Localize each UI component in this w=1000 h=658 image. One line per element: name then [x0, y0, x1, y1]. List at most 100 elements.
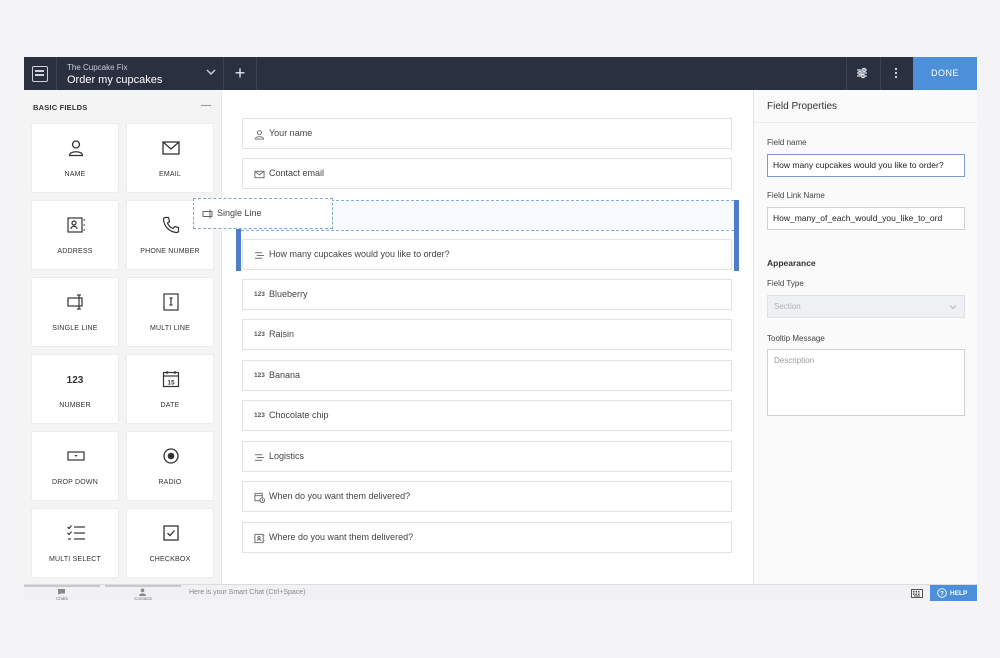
- top-bar-divider: [846, 57, 847, 90]
- chevron-down-icon[interactable]: [204, 65, 218, 79]
- form-field-raisin[interactable]: 123 Raisin: [242, 319, 732, 350]
- basic-fields-panel: BASIC FIELDS — NAME EMAIL ADDRESS PHONE …: [24, 90, 222, 584]
- dragged-field-single-line[interactable]: Single Line: [193, 198, 333, 229]
- field-tile-multi-select[interactable]: MULTI SELECT: [31, 508, 119, 578]
- number-icon: 123: [254, 331, 265, 338]
- form-canvas: Your name Contact email How many cupcake…: [222, 90, 753, 584]
- dragged-field-label: Single Line: [217, 208, 262, 218]
- field-tile-label: SINGLE LINE: [52, 325, 98, 332]
- field-tile-date[interactable]: 15 DATE: [126, 354, 214, 424]
- multi-select-icon: [67, 525, 85, 540]
- top-bar-divider: [223, 57, 224, 90]
- number-icon: 123: [254, 291, 265, 298]
- field-properties-panel: Field Properties Field name How many cup…: [753, 90, 977, 584]
- settings-sliders-icon[interactable]: [855, 66, 869, 80]
- appearance-heading: Appearance: [767, 258, 816, 268]
- top-bar-divider: [880, 57, 881, 90]
- single-line-icon: [202, 209, 213, 219]
- form-field-your-name[interactable]: Your name: [242, 118, 732, 149]
- tooltip-message-textarea[interactable]: Description: [767, 349, 965, 416]
- add-form-button[interactable]: +: [232, 63, 248, 83]
- address-card-icon: [67, 217, 85, 233]
- chats-tab[interactable]: Chats: [24, 585, 100, 601]
- checkbox-icon: [163, 525, 179, 541]
- field-tile-label: PHONE NUMBER: [140, 248, 200, 255]
- form-field-delivery-time[interactable]: When do you want them delivered?: [242, 481, 732, 512]
- top-bar-divider: [256, 57, 257, 90]
- form-field-label: Blueberry: [269, 289, 308, 299]
- form-field-banana[interactable]: 123 Banana: [242, 360, 732, 391]
- bottom-bar: Chats Contacts Here is your Smart Chat (…: [24, 584, 977, 601]
- field-tile-checkbox[interactable]: CHECKBOX: [126, 508, 214, 578]
- top-bar: The Cupcake Fix Order my cupcakes + DONE: [24, 57, 977, 90]
- field-type-value: Section: [774, 302, 801, 311]
- form-field-label: Your name: [269, 128, 313, 138]
- calendar-day-glyph: 15: [167, 380, 175, 387]
- field-tile-label: EMAIL: [158, 171, 181, 178]
- multi-line-icon: [163, 293, 179, 311]
- form-builder-app: The Cupcake Fix Order my cupcakes + DONE…: [24, 57, 977, 601]
- phone-icon: [162, 216, 180, 234]
- envelope-icon: [162, 141, 180, 155]
- contacts-icon: [139, 588, 146, 596]
- person-icon: [68, 140, 84, 157]
- keyboard-icon[interactable]: [911, 589, 923, 598]
- field-link-name-label: Field Link Name: [767, 191, 825, 200]
- field-tile-name[interactable]: NAME: [31, 123, 119, 193]
- form-field-contact-email[interactable]: Contact email: [242, 158, 732, 189]
- field-tile-label: DROP DOWN: [51, 479, 98, 486]
- form-field-label: When do you want them delivered?: [269, 491, 411, 501]
- form-field-blueberry[interactable]: 123 Blueberry: [242, 279, 732, 310]
- form-field-label: Chocolate chip: [269, 410, 329, 420]
- help-icon: ?: [937, 588, 947, 598]
- chevron-down-icon: [949, 305, 957, 310]
- single-line-icon: [67, 294, 83, 310]
- address-icon: [254, 533, 265, 544]
- dropdown-icon: [67, 451, 85, 461]
- help-button[interactable]: ? HELP: [930, 585, 977, 601]
- field-tile-email[interactable]: EMAIL: [126, 123, 214, 193]
- field-tile-drop-down[interactable]: DROP DOWN: [31, 431, 119, 501]
- form-field-label: Banana: [269, 370, 301, 380]
- form-field-section-cupcakes[interactable]: How many cupcakes would you like to orde…: [242, 239, 732, 270]
- field-tile-label: ADDRESS: [57, 248, 93, 255]
- field-name-label: Field name: [767, 138, 807, 147]
- form-field-label: Logistics: [269, 451, 305, 461]
- form-field-section-logistics[interactable]: Logistics: [242, 441, 732, 472]
- form-field-label: Contact email: [269, 168, 325, 178]
- number-icon: 123: [66, 375, 84, 386]
- collapse-panel-button[interactable]: —: [201, 100, 211, 111]
- form-field-label: How many cupcakes would you like to orde…: [269, 249, 450, 259]
- field-tile-single-line[interactable]: SINGLE LINE: [31, 277, 119, 347]
- field-tile-address[interactable]: ADDRESS: [31, 200, 119, 270]
- form-field-label: Raisin: [269, 329, 295, 339]
- field-properties-title: Field Properties: [767, 101, 838, 112]
- app-name: The Cupcake Fix: [67, 63, 128, 72]
- field-tile-label: DATE: [160, 402, 180, 409]
- app-menu-icon[interactable]: [32, 66, 48, 82]
- more-options-icon[interactable]: [889, 66, 903, 80]
- datetime-icon: [254, 492, 265, 503]
- done-button[interactable]: DONE: [913, 57, 977, 90]
- number-icon: 123: [254, 412, 265, 419]
- contacts-label: Contacts: [134, 596, 152, 601]
- smart-chat-input[interactable]: Here is your Smart Chat (Ctrl+Space): [189, 589, 306, 596]
- field-name-input[interactable]: How many cupcakes would you like to orde…: [767, 154, 965, 177]
- form-field-delivery-address[interactable]: Where do you want them delivered?: [242, 522, 732, 553]
- field-tile-label: MULTI LINE: [150, 325, 190, 332]
- field-tile-number[interactable]: 123 NUMBER: [31, 354, 119, 424]
- field-tile-label: NAME: [64, 171, 86, 178]
- contacts-tab[interactable]: Contacts: [105, 585, 181, 601]
- tooltip-message-label: Tooltip Message: [767, 334, 825, 343]
- form-title[interactable]: Order my cupcakes: [67, 74, 162, 86]
- section-icon: [254, 454, 265, 461]
- field-tile-label: NUMBER: [59, 402, 91, 409]
- svg-text:?: ?: [940, 591, 944, 597]
- number-icon: 123: [254, 372, 265, 379]
- field-type-select[interactable]: Section: [767, 295, 965, 318]
- form-field-chocolate-chip[interactable]: 123 Chocolate chip: [242, 400, 732, 431]
- field-link-name-input[interactable]: How_many_of_each_would_you_like_to_ord: [767, 207, 965, 230]
- field-tile-radio[interactable]: RADIO: [126, 431, 214, 501]
- field-tile-multi-line[interactable]: MULTI LINE: [126, 277, 214, 347]
- panel-divider: [754, 122, 977, 123]
